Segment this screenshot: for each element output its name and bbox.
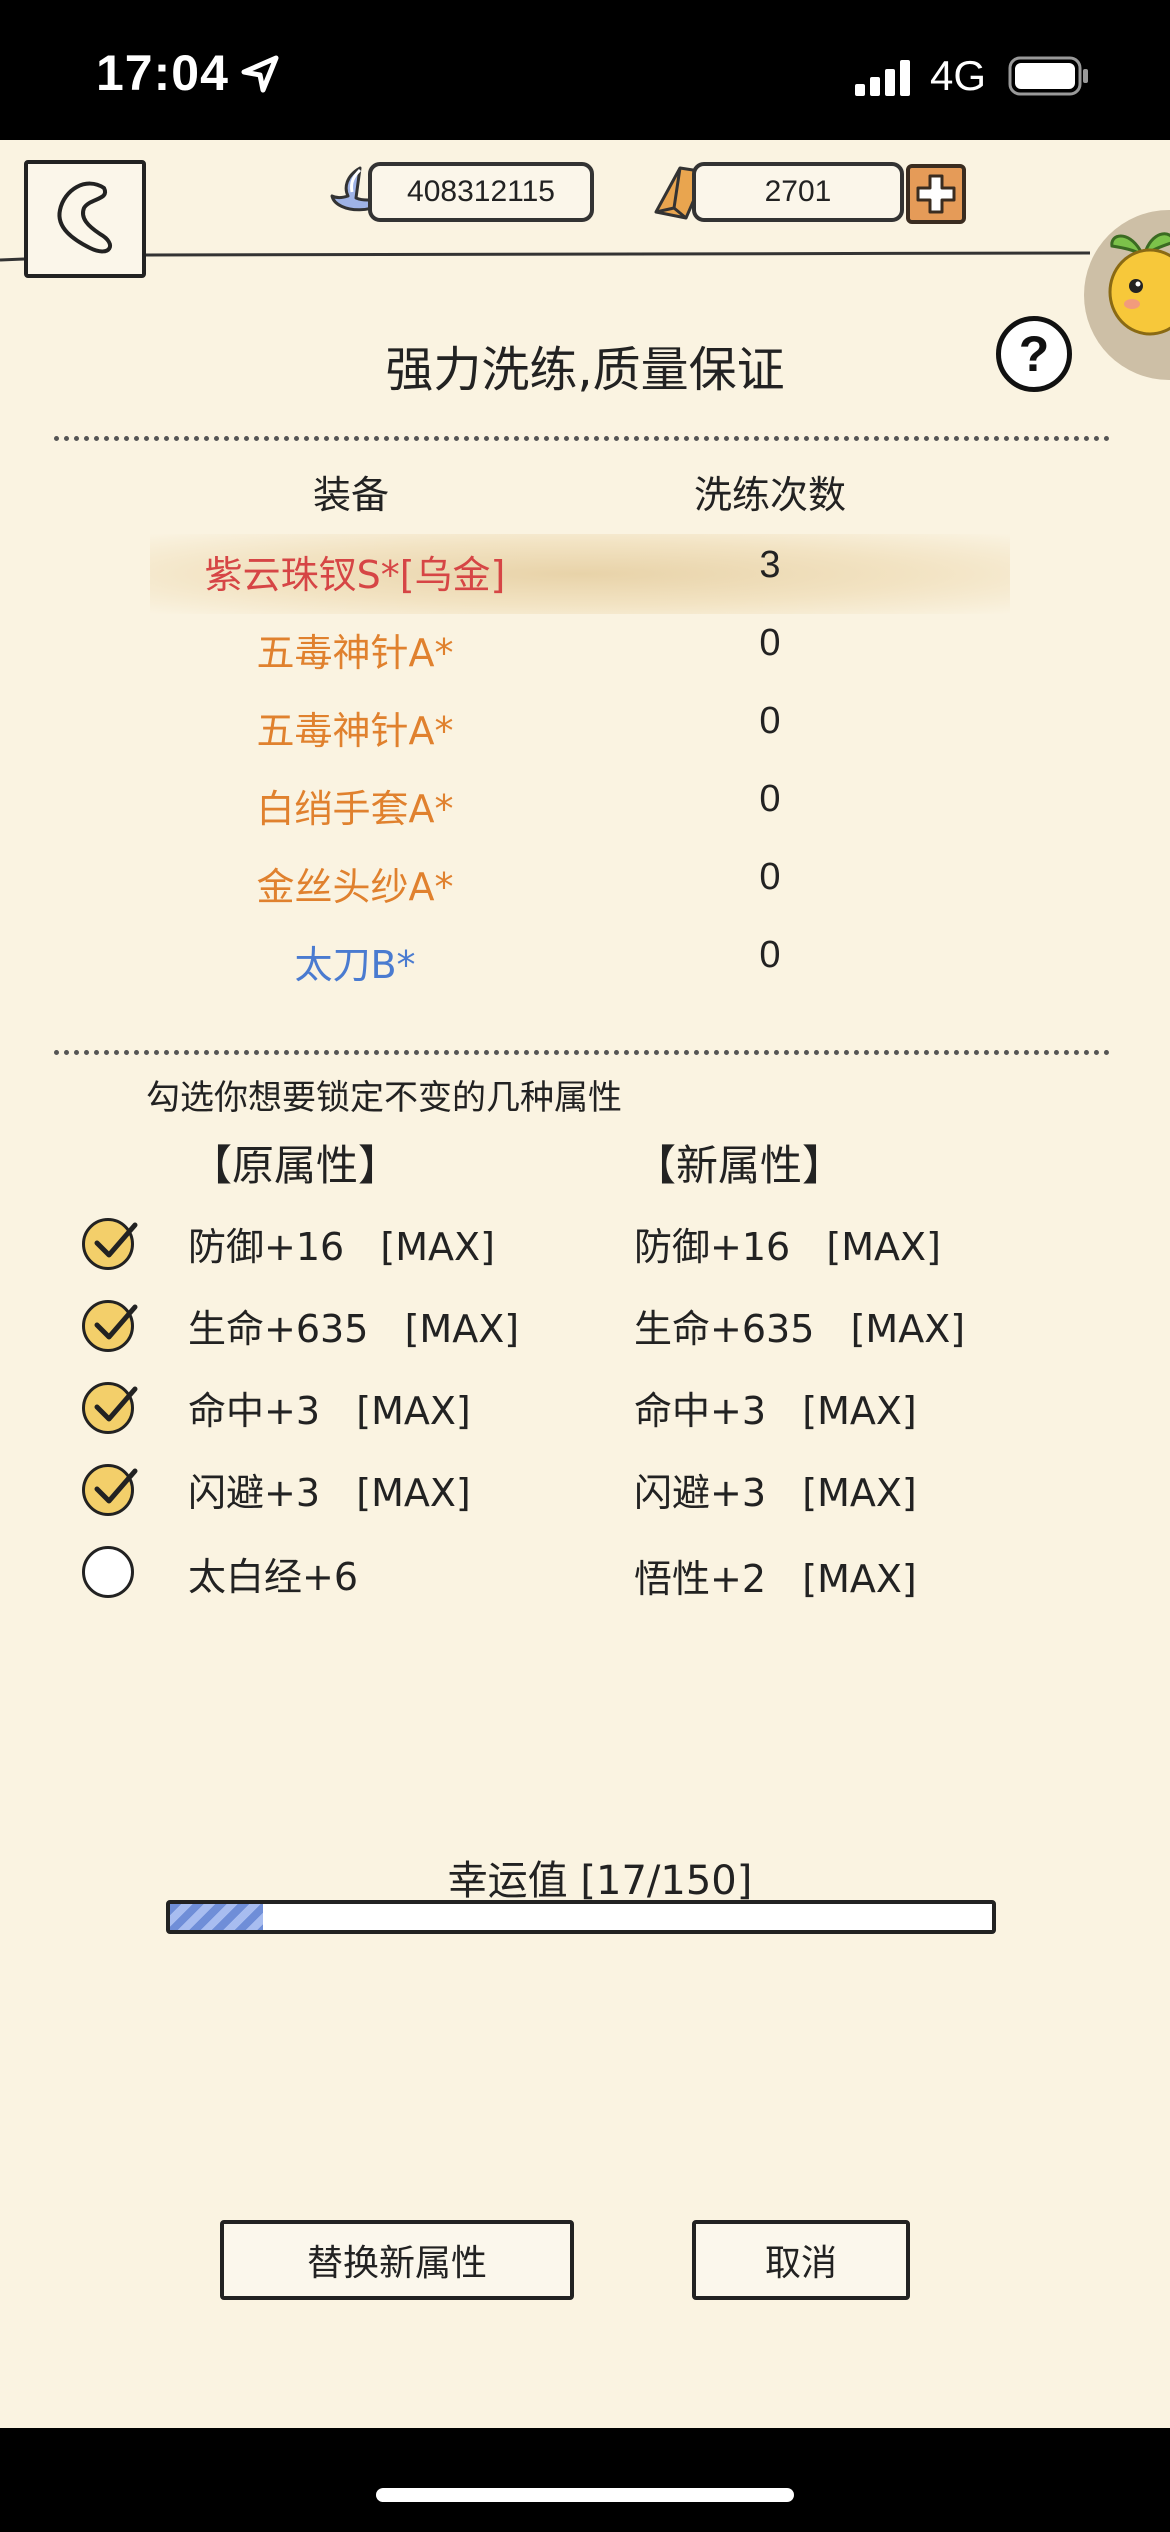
checkmark-icon <box>94 1386 138 1422</box>
equipment-name[interactable]: 五毒神针A* <box>130 700 580 755</box>
equipment-name[interactable]: 紫云珠钗S*[乌金] <box>130 544 580 599</box>
refine-count: 3 <box>759 544 781 586</box>
refine-count: 0 <box>759 856 781 898</box>
plus-icon <box>916 174 956 214</box>
checkmark-icon <box>94 1304 138 1340</box>
status-time: 17:04 <box>96 45 229 101</box>
silver-counter: 408312115 <box>368 162 594 222</box>
battery-icon <box>1008 56 1090 96</box>
lock-checkbox[interactable] <box>82 1464 138 1516</box>
luck-progress-fill <box>170 1904 264 1930</box>
home-indicator-area <box>0 2428 1170 2532</box>
equipment-column-header: 装备 <box>312 473 389 517</box>
old-attribute: 闪避+3 [MAX] <box>188 1471 471 1515</box>
luck-value-label: 幸运值 [17/150] <box>447 1858 753 1904</box>
signal-bars-icon <box>855 60 915 96</box>
gold-amount: 2701 <box>764 175 832 208</box>
equipment-name[interactable]: 金丝头纱A* <box>130 856 580 911</box>
sprout-mascot-icon <box>1108 232 1170 336</box>
equipment-name[interactable]: 白绡手套A* <box>130 778 580 833</box>
page-title: 强力洗练,质量保证 <box>385 342 785 398</box>
new-attribute: 闪避+3 [MAX] <box>634 1471 917 1515</box>
back-arrow-icon <box>57 181 112 254</box>
silver-amount: 408312115 <box>407 175 555 208</box>
add-gold-button[interactable] <box>906 164 966 224</box>
network-type: 4G <box>930 52 987 99</box>
new-attribute: 生命+635 [MAX] <box>634 1307 966 1351</box>
old-attributes-heading: 【原属性】 <box>190 1141 401 1190</box>
lock-checkbox[interactable] <box>82 1218 138 1270</box>
checkmark-icon <box>94 1468 138 1504</box>
cancel-label: 取消 <box>764 2243 837 2284</box>
lock-checkbox[interactable] <box>82 1382 138 1434</box>
luck-progress-bar <box>166 1900 996 1934</box>
section-divider <box>54 436 1110 441</box>
cancel-button[interactable]: 取消 <box>692 2220 910 2300</box>
section-divider <box>54 1050 1110 1055</box>
replace-attributes-label: 替换新属性 <box>306 2243 487 2284</box>
old-attribute: 命中+3 [MAX] <box>188 1389 471 1433</box>
lock-checkbox[interactable] <box>82 1546 134 1598</box>
game-screen: 408312115 2701 强力洗练,质量保证 ? 装备 洗练次数 紫云珠钗S… <box>0 140 1170 2428</box>
new-attribute: 防御+16 [MAX] <box>634 1225 941 1269</box>
status-bar: 17:04 4G <box>0 0 1170 140</box>
lock-hint: 勾选你想要锁定不变的几种属性 <box>146 1078 622 1118</box>
equipment-name[interactable]: 五毒神针A* <box>130 622 580 677</box>
new-attributes-heading: 【新属性】 <box>634 1141 845 1190</box>
lock-checkbox[interactable] <box>82 1300 138 1352</box>
old-attribute: 太白经+6 <box>188 1555 359 1599</box>
gold-counter: 2701 <box>692 162 904 222</box>
refine-count: 0 <box>759 778 781 820</box>
equipment-name[interactable]: 太刀B* <box>130 934 580 989</box>
refine-count: 0 <box>759 700 781 742</box>
header-divider <box>0 250 1091 262</box>
home-indicator[interactable] <box>376 2488 794 2502</box>
question-mark-icon: ? <box>1018 326 1050 382</box>
old-attribute: 防御+16 [MAX] <box>188 1225 495 1269</box>
back-button[interactable] <box>24 160 146 278</box>
refine-count: 0 <box>759 622 781 664</box>
help-button[interactable]: ? <box>996 316 1072 392</box>
new-attribute: 悟性+2 [MAX] <box>634 1557 917 1601</box>
checkmark-icon <box>94 1222 138 1258</box>
refine-count: 0 <box>759 934 781 976</box>
replace-attributes-button[interactable]: 替换新属性 <box>220 2220 574 2300</box>
location-arrow-icon <box>240 54 280 98</box>
new-attribute: 命中+3 [MAX] <box>634 1389 917 1433</box>
old-attribute: 生命+635 [MAX] <box>188 1307 520 1351</box>
refine-count-column-header: 洗练次数 <box>693 473 846 517</box>
